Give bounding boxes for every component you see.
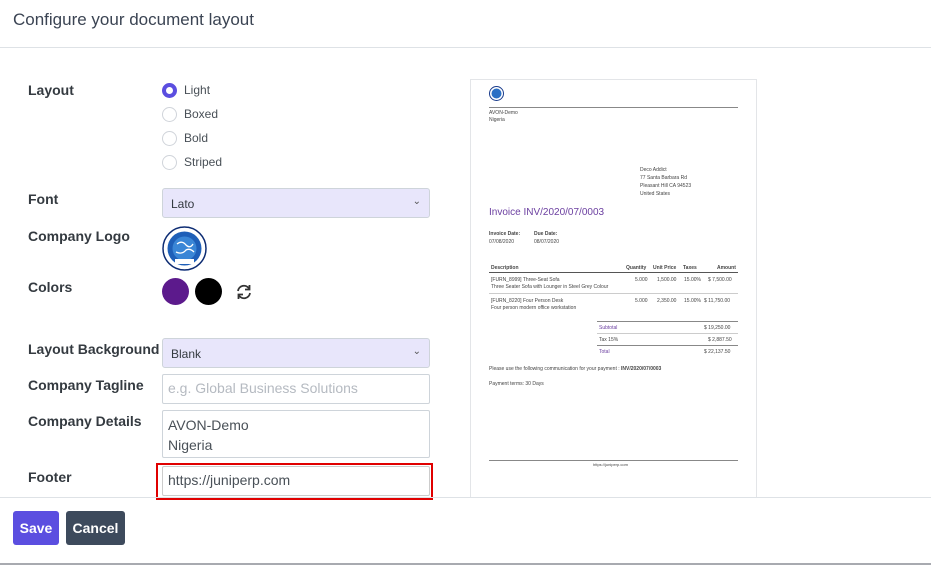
preview-total-label: Total (599, 349, 610, 355)
layout-radio-light[interactable]: Light (162, 81, 210, 99)
radio-label: Boxed (184, 107, 219, 121)
layout-radio-boxed[interactable]: Boxed (162, 105, 218, 123)
layout-radio-bold[interactable]: Bold (162, 129, 208, 147)
preview-row-price: 1,500.00 (657, 277, 677, 283)
document-preview: AVON-Demo Nigeria Deco Addict 77 Santa B… (470, 79, 757, 497)
preview-tax-label: Tax 15% (599, 337, 619, 343)
preview-row-price: 2,350.00 (657, 298, 677, 304)
preview-country: Nigeria (489, 117, 505, 123)
secondary-color-swatch[interactable] (195, 278, 222, 305)
layout-background-select[interactable]: Blank ⌄ (162, 338, 430, 368)
footer-divider (0, 497, 931, 498)
preview-address-line: United States (640, 191, 671, 197)
radio-icon (162, 130, 177, 146)
preview-th: Unit Price (653, 265, 677, 271)
radio-selected-icon (162, 82, 177, 98)
preview-th: Amount (717, 265, 736, 271)
company-logo[interactable] (162, 226, 207, 271)
preview-row-amount: $ 11,750.00 (704, 298, 731, 304)
preview-subtotal: $ 19,250.00 (704, 325, 731, 331)
reset-colors-icon[interactable] (235, 283, 253, 301)
radio-label: Light (184, 83, 211, 97)
preview-address-line: 77 Santa Barbara Rd (640, 175, 687, 181)
layout-label: Layout (28, 82, 74, 98)
chevron-down-icon: ⌄ (412, 196, 421, 207)
footer-input[interactable]: https://juniperp.com (162, 466, 430, 496)
preview-row-tax: 15.00% (684, 298, 701, 304)
save-button[interactable]: Save (13, 511, 59, 545)
preview-footer-url: https://juniperp.com (593, 462, 628, 467)
layout-background-label: Layout Background (28, 341, 160, 357)
footer-input-value: https://juniperp.com (168, 472, 291, 488)
preview-invoice-date-label: Invoice Date: (489, 231, 521, 237)
company-details-line1: AVON-Demo (168, 417, 249, 433)
preview-row-desc2: Three Seater Sofa with Lounger in Steel … (491, 284, 609, 290)
company-details-textarea[interactable]: AVON-Demo Nigeria (162, 410, 430, 458)
colors-label: Colors (28, 279, 73, 295)
preview-tax: $ 2,887.50 (708, 337, 732, 343)
page-header: Configure your document layout (0, 0, 931, 48)
radio-icon (162, 106, 177, 122)
tagline-placeholder: e.g. Global Business Solutions (168, 380, 358, 396)
preview-row-desc: [FURN_8220] Four Person Desk (491, 298, 564, 304)
preview-payment-terms: Payment terms: 30 Days (489, 381, 544, 387)
preview-row-qty: 5.000 (635, 277, 648, 283)
font-select-value: Lato (171, 197, 195, 211)
preview-row-qty: 5.000 (635, 298, 648, 304)
radio-label: Striped (184, 155, 223, 169)
company-tagline-input[interactable]: e.g. Global Business Solutions (162, 374, 430, 404)
preview-payment-comm: Please use the following communication f… (489, 366, 662, 372)
font-select[interactable]: Lato ⌄ (162, 188, 430, 218)
primary-color-swatch[interactable] (162, 278, 189, 305)
radio-label: Bold (184, 131, 209, 145)
preview-due-date-label: Due Date: (534, 231, 558, 237)
company-tagline-label: Company Tagline (28, 377, 144, 393)
preview-logo (489, 86, 504, 101)
preview-row-desc2: Four person modern office workstation (491, 305, 577, 311)
layout-radio-striped[interactable]: Striped (162, 153, 222, 171)
preview-address-line: Deco Addict (640, 167, 667, 173)
window-bottom-border (0, 563, 931, 565)
preview-th: Description (491, 265, 519, 271)
company-logo-label: Company Logo (28, 228, 130, 244)
preview-company: AVON-Demo (489, 110, 518, 116)
preview-th: Taxes (683, 265, 697, 271)
company-details-label: Company Details (28, 413, 142, 429)
preview-row-desc: [FURN_8999] Three-Seat Sofa (491, 277, 560, 283)
preview-due-date: 08/07/2020 (534, 239, 560, 245)
layout-background-value: Blank (171, 347, 202, 361)
preview-address-line: Pleasant Hill CA 94523 (640, 183, 692, 189)
preview-row-tax: 15.00% (684, 277, 701, 283)
preview-row-amount: $ 7,500.00 (708, 277, 732, 283)
preview-subtotal-label: Subtotal (599, 325, 618, 331)
radio-icon (162, 154, 177, 170)
preview-invoice-date: 07/08/2020 (489, 239, 515, 245)
font-label: Font (28, 191, 59, 207)
cancel-button[interactable]: Cancel (66, 511, 125, 545)
preview-total: $ 22,137.50 (704, 349, 731, 355)
footer-label: Footer (28, 469, 72, 485)
preview-invoice-title: Invoice INV/2020/07/0003 (489, 207, 605, 218)
chevron-down-icon: ⌄ (412, 346, 421, 357)
company-details-line2: Nigeria (168, 437, 213, 453)
preview-th: Quantity (626, 265, 647, 271)
page-title: Configure your document layout (13, 10, 254, 29)
